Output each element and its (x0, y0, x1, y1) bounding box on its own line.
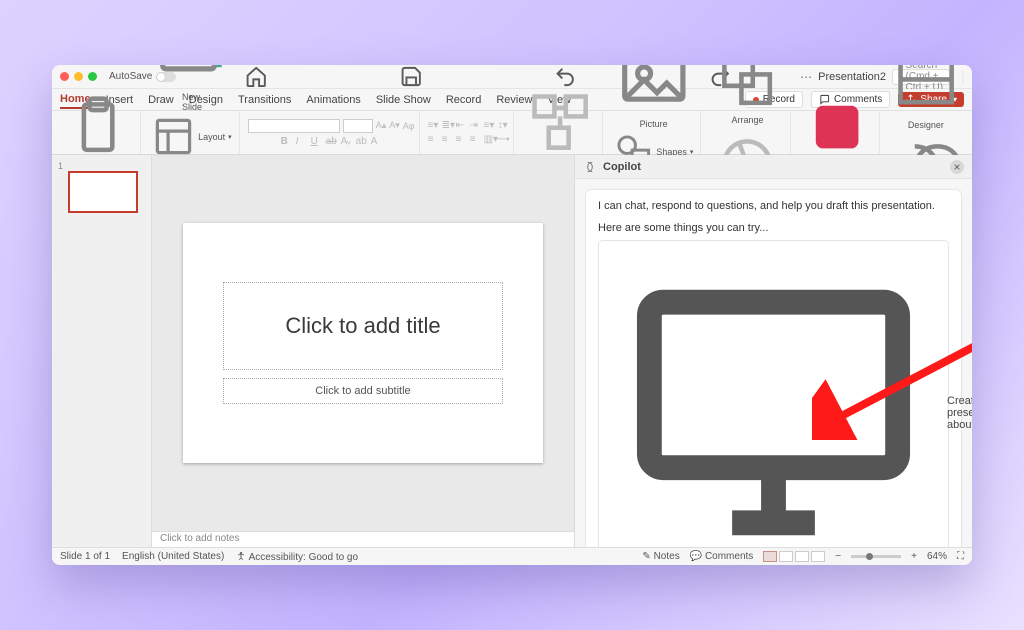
copilot-try-text: Here are some things you can try... (598, 222, 949, 234)
text-direction-icon[interactable]: ↕▾ (498, 120, 509, 131)
decrease-font-icon[interactable]: A▾ (389, 120, 400, 131)
slide[interactable]: Click to add title Click to add subtitle (183, 223, 543, 463)
copilot-pane: Copilot I can chat, respond to questions… (574, 155, 972, 547)
zoom-in-button[interactable]: + (911, 551, 917, 562)
addins-icon (803, 93, 871, 161)
content-area: 1 Click to add title Click to add subtit… (52, 155, 972, 547)
bullets-icon[interactable]: ≡▾ (428, 120, 439, 131)
copilot-title: Copilot (603, 161, 641, 173)
document-title: Presentation2 (818, 71, 886, 83)
designer-icon (892, 65, 960, 119)
powerpoint-window: AutoSave ⋯ Presentation2 Search (Cmd + C… (52, 65, 972, 565)
picture-button[interactable]: Picture (611, 65, 697, 131)
shadow-icon[interactable]: Aᵥ (341, 136, 352, 147)
tab-record[interactable]: Record (446, 92, 481, 108)
status-slide[interactable]: Slide 1 of 1 (60, 551, 110, 562)
status-notes-button[interactable]: ✎ Notes (642, 551, 679, 562)
font-family-combo[interactable] (248, 119, 340, 133)
close-icon (953, 163, 961, 171)
increase-font-icon[interactable]: A▴ (376, 120, 387, 131)
status-accessibility[interactable]: Accessibility: Good to go (236, 551, 358, 563)
accessibility-icon (236, 551, 246, 561)
slide-thumbnail-1[interactable] (68, 171, 138, 213)
fullscreen-window-button[interactable] (88, 72, 97, 81)
highlight-icon[interactable]: ab (356, 136, 367, 147)
align-right-icon[interactable]: ≡ (456, 134, 467, 145)
justify-icon[interactable]: ≡ (470, 134, 481, 145)
slide-thumbnails[interactable]: 1 (52, 155, 152, 547)
indent-right-icon[interactable]: ⇥ (470, 120, 481, 131)
arrange-icon (713, 65, 781, 114)
autosave-toggle[interactable]: AutoSave (109, 71, 176, 82)
designer-button[interactable]: Designer (888, 65, 964, 132)
arrange-button[interactable]: Arrange (709, 65, 785, 127)
smartart-icon (526, 88, 594, 156)
bold-icon[interactable]: B (281, 136, 292, 147)
tab-transitions[interactable]: Transitions (238, 92, 291, 108)
window-controls[interactable] (60, 72, 97, 81)
copilot-header: Copilot (575, 155, 972, 179)
zoom-fit-button[interactable]: ⛶ (957, 551, 964, 562)
copilot-logo-icon (583, 160, 597, 174)
slide-editor: Click to add title Click to add subtitle… (152, 155, 574, 547)
view-switcher[interactable] (763, 551, 825, 562)
view-sorter-icon[interactable] (779, 551, 793, 562)
clipboard-icon (64, 93, 132, 161)
save-icon[interactable] (337, 65, 485, 88)
autosave-label: AutoSave (109, 71, 152, 82)
thumb-number: 1 (58, 161, 63, 171)
tab-slideshow[interactable]: Slide Show (376, 92, 431, 108)
tab-animations[interactable]: Animations (306, 92, 360, 108)
italic-icon[interactable]: I (296, 136, 307, 147)
align-center-icon[interactable]: ≡ (442, 134, 453, 145)
indent-left-icon[interactable]: ⇤ (456, 120, 467, 131)
zoom-out-button[interactable]: − (835, 551, 841, 562)
autosave-switch[interactable] (156, 72, 176, 82)
status-bar: Slide 1 of 1 English (United States) Acc… (52, 547, 972, 565)
underline-icon[interactable]: U (311, 136, 322, 147)
copilot-intro-card: I can chat, respond to questions, and he… (585, 189, 962, 565)
view-reading-icon[interactable] (795, 551, 809, 562)
notes-pane[interactable]: Click to add notes (152, 531, 574, 547)
picture-icon (615, 65, 693, 118)
copilot-suggestion-1[interactable]: Create a presentation about... (598, 240, 949, 565)
align-text-icon[interactable]: ⎓▾ (498, 134, 509, 145)
zoom-percent[interactable]: 64% (927, 551, 947, 562)
more-icon[interactable]: ⋯ (800, 70, 812, 84)
slide-canvas[interactable]: Click to add title Click to add subtitle (152, 155, 574, 531)
zoom-slider[interactable] (851, 555, 901, 558)
subtitle-placeholder[interactable]: Click to add subtitle (223, 378, 503, 404)
presentation-icon (608, 247, 939, 565)
status-language[interactable]: English (United States) (122, 551, 224, 562)
copilot-close-button[interactable] (950, 160, 964, 174)
align-left-icon[interactable]: ≡ (428, 134, 439, 145)
font-size-combo[interactable] (343, 119, 373, 133)
columns-icon[interactable]: ▥▾ (484, 134, 495, 145)
layout-button[interactable]: Layout▾ (149, 115, 234, 158)
view-slideshow-icon[interactable] (811, 551, 825, 562)
clear-format-icon[interactable]: Aφ (403, 121, 415, 131)
strike-icon[interactable]: ab (326, 136, 337, 147)
numbering-icon[interactable]: ≣▾ (442, 120, 453, 131)
ribbon: Paste New Slide Layout▾ Reset Section▾ A… (52, 111, 972, 155)
copilot-intro-text: I can chat, respond to questions, and he… (598, 200, 949, 212)
font-color-icon[interactable]: A (371, 136, 382, 147)
close-window-button[interactable] (60, 72, 69, 81)
layout-icon (152, 115, 195, 158)
minimize-window-button[interactable] (74, 72, 83, 81)
line-spacing-icon[interactable]: ≡▾ (484, 120, 495, 131)
view-normal-icon[interactable] (763, 551, 777, 562)
status-comments-button[interactable]: 💬 Comments (690, 551, 754, 562)
title-placeholder[interactable]: Click to add title (223, 282, 503, 370)
